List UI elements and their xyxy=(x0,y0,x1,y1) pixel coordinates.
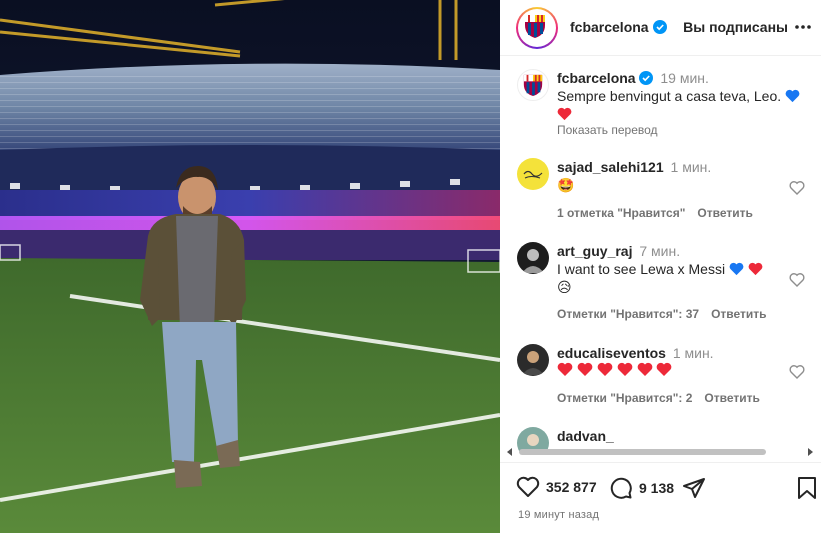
following-button[interactable]: Вы подписаны xyxy=(683,19,788,35)
share-icon[interactable] xyxy=(682,476,706,500)
comment-likes[interactable]: Отметки "Нравится": 2 xyxy=(557,391,692,405)
reply-button[interactable]: Ответить xyxy=(711,307,766,321)
avatar-portrait-icon xyxy=(522,351,544,375)
red-heart-icon xyxy=(577,362,593,376)
bookmark-icon[interactable] xyxy=(796,476,818,500)
comment-text-emoji: 😥 xyxy=(557,279,573,295)
profile-avatar[interactable] xyxy=(516,7,558,49)
action-bar: 352 877 9 138 xyxy=(500,462,821,512)
comment-avatar[interactable] xyxy=(517,158,549,190)
scroll-right-arrow-icon[interactable] xyxy=(806,448,814,456)
reply-button[interactable]: Ответить xyxy=(697,206,752,220)
comments-list[interactable]: fcbarcelona 19 мин. Sempre benvingut a c… xyxy=(500,57,821,452)
post-header: fcbarcelona Вы подписаны xyxy=(500,0,821,56)
red-heart-icon xyxy=(557,362,573,376)
comment-username[interactable]: art_guy_raj xyxy=(557,243,632,259)
barca-crest-icon xyxy=(525,15,545,38)
comment-row: sajad_salehi121 1 мин. 🤩 1 отметка "Нрав… xyxy=(517,158,817,228)
comment-meta: 1 отметка "Нравится" Ответить xyxy=(557,206,765,220)
comment-likes[interactable]: Отметки "Нравится": 37 xyxy=(557,307,699,321)
header-username[interactable]: fcbarcelona xyxy=(570,19,649,35)
scrollbar-thumb[interactable] xyxy=(519,449,766,455)
post-timestamp[interactable]: 19 минут назад xyxy=(518,509,599,521)
comment-text-hearts xyxy=(557,362,672,380)
like-comment-heart-icon[interactable] xyxy=(789,364,805,380)
verified-badge-icon xyxy=(639,71,654,85)
red-heart-icon xyxy=(748,262,763,276)
barca-crest-icon xyxy=(523,74,543,96)
avatar-scribble-icon xyxy=(523,170,543,179)
caption-body: fcbarcelona 19 мин. Sempre benvingut a c… xyxy=(557,69,807,123)
header-username-group: fcbarcelona xyxy=(570,19,668,37)
blue-heart-icon xyxy=(729,262,744,276)
caption-avatar[interactable] xyxy=(517,69,549,101)
likes-count[interactable]: 352 877 xyxy=(546,479,597,495)
comment-text: 🤩 xyxy=(557,177,576,193)
show-translation-link[interactable]: Показать перевод xyxy=(557,123,658,137)
comments-count[interactable]: 9 138 xyxy=(639,480,674,496)
comment-body: educaliseventos 1 мин. xyxy=(557,344,782,381)
comment-body: dadvan_ xyxy=(557,427,782,445)
comment-time[interactable]: 1 мин. xyxy=(671,159,712,175)
post-photo[interactable] xyxy=(0,0,500,533)
red-heart-icon xyxy=(657,362,672,376)
comment-username[interactable]: educaliseventos xyxy=(557,345,666,361)
comment-body: sajad_salehi121 1 мин. 🤩 xyxy=(557,158,782,194)
comment-row: educaliseventos 1 мин. Отметки "Нравится… xyxy=(517,344,817,414)
reply-button[interactable]: Ответить xyxy=(704,391,759,405)
horizontal-scrollbar[interactable] xyxy=(500,444,821,460)
blue-heart-icon xyxy=(785,89,800,103)
post-side-panel: fcbarcelona Вы подписаны fcbarcelona 19 … xyxy=(500,0,821,533)
comment-likes[interactable]: 1 отметка "Нравится" xyxy=(557,206,685,220)
scroll-left-arrow-icon[interactable] xyxy=(506,448,514,456)
stadium-photo xyxy=(0,0,500,533)
caption-time[interactable]: 19 мин. xyxy=(660,70,709,86)
avatar-portrait-icon xyxy=(522,249,544,273)
comment-meta: Отметки "Нравится": 37 Ответить xyxy=(557,307,779,321)
comment-avatar[interactable] xyxy=(517,344,549,376)
red-heart-icon xyxy=(557,107,572,121)
comment-bubble-icon[interactable] xyxy=(609,476,633,500)
like-action[interactable]: 352 877 xyxy=(516,476,597,498)
like-comment-heart-icon[interactable] xyxy=(789,180,805,196)
comment-avatar[interactable] xyxy=(517,242,549,274)
more-options-icon[interactable] xyxy=(793,19,813,35)
red-heart-icon xyxy=(637,362,652,376)
like-comment-heart-icon[interactable] xyxy=(789,272,805,288)
caption-text: Sempre benvingut a casa teva, Leo. xyxy=(557,88,782,104)
comment-username[interactable]: dadvan_ xyxy=(557,428,614,444)
heart-icon[interactable] xyxy=(516,476,540,498)
comment-body: art_guy_raj 7 мин. I want to see Lewa x … xyxy=(557,242,782,296)
caption-username[interactable]: fcbarcelona xyxy=(557,70,636,86)
comment-action[interactable]: 9 138 xyxy=(609,476,674,500)
comment-row: art_guy_raj 7 мин. I want to see Lewa x … xyxy=(517,242,817,322)
caption-row: fcbarcelona 19 мин. Sempre benvingut a c… xyxy=(517,69,817,139)
comment-username[interactable]: sajad_salehi121 xyxy=(557,159,664,175)
verified-badge-icon xyxy=(653,20,668,34)
red-heart-icon xyxy=(617,362,633,376)
comment-text: I want to see Lewa x Messi xyxy=(557,261,726,277)
comment-meta: Отметки "Нравится": 2 Ответить xyxy=(557,391,772,405)
comment-time[interactable]: 7 мин. xyxy=(639,243,680,259)
comment-time[interactable]: 1 мин. xyxy=(673,345,714,361)
red-heart-icon xyxy=(597,362,613,376)
